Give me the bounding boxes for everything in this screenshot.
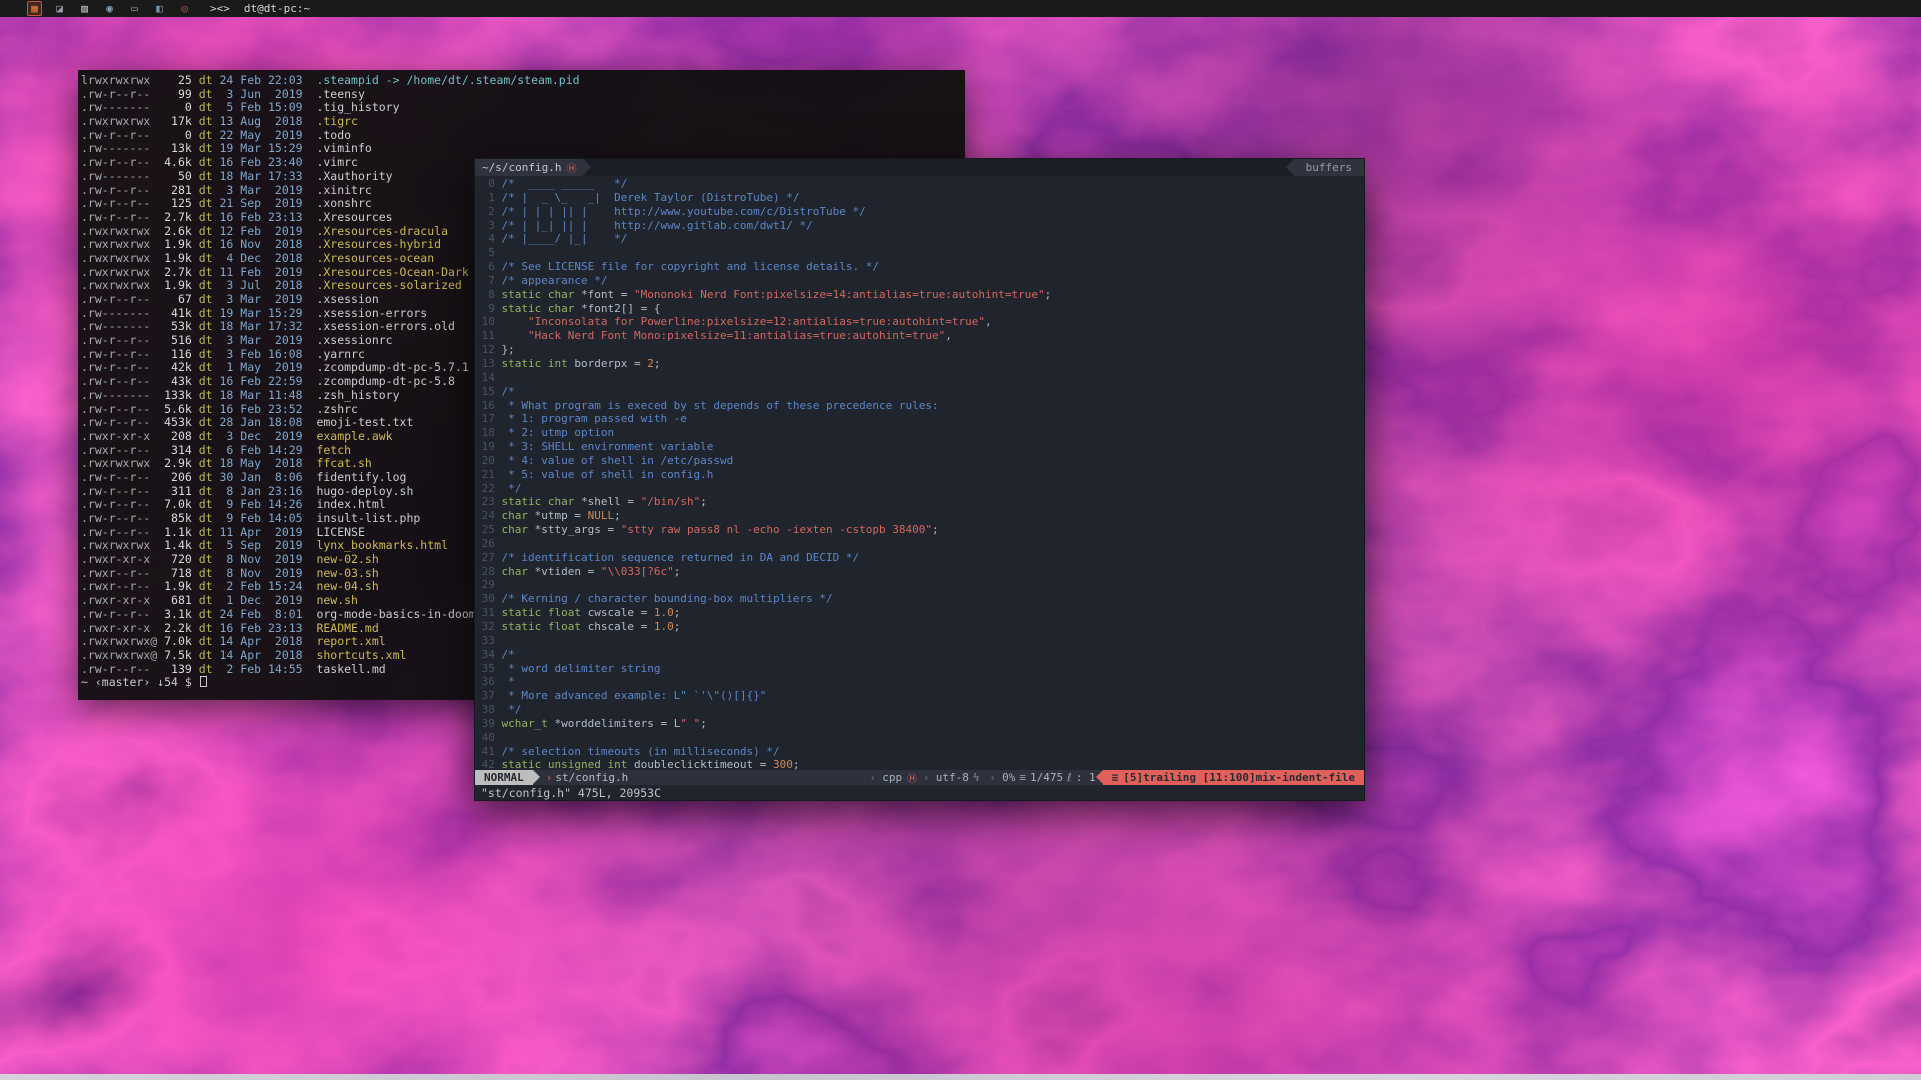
chevron-left-icon: ‹ — [984, 770, 1003, 785]
code-line: 41 /* selection timeouts (in millisecond… — [475, 745, 1364, 759]
code-line: 7 /* appearance */ — [475, 274, 1364, 288]
chevron-left-icon: ‹ — [864, 770, 883, 785]
code-line: 15 /* — [475, 385, 1364, 399]
code-line: 37 * More advanced example: L" `'\"()[]{… — [475, 689, 1364, 703]
code-line: 23 static char *shell = "/bin/sh"; — [475, 495, 1364, 509]
code-line: 13 static int borderpx = 2; — [475, 357, 1364, 371]
lines-icon: ≡ — [1015, 770, 1030, 785]
file-row: .rw-r--r-- 99 dt 3 Jun 2019 .teensy — [81, 88, 965, 102]
code-line: 1 /* | _ \_ _| Derek Taylor (DistroTube)… — [475, 191, 1364, 205]
tabline-spacer — [591, 159, 1285, 176]
editor-tabline: ~/s/config.h Ⓗ buffers — [475, 159, 1364, 176]
code-line: 34 /* — [475, 648, 1364, 662]
display-icon[interactable]: ▭ — [127, 1, 142, 16]
desktop: ▦ ◪ ▨ ◉ ▭ ◧ ◎ ><> dt@dt-pc:~ lrwxrwxrwx 25 dt … — [0, 0, 1921, 1080]
encoding-indicator: utf-8 — [936, 770, 969, 785]
code-line: 12 }; — [475, 343, 1364, 357]
tab-path: ~/s/config.h — [482, 161, 561, 174]
code-line: 19 * 3: SHELL environment variable — [475, 440, 1364, 454]
file-row: .rwxrwxrwx 17k dt 13 Aug 2018 .tigrc — [81, 115, 965, 129]
code-line: 21 * 5: value of shell in config.h — [475, 468, 1364, 482]
chevron-left-icon: ‹ — [917, 770, 936, 785]
command-line: "st/config.h" 475L, 20953C — [475, 785, 1364, 800]
terminal-cursor — [200, 676, 207, 687]
file-row: .rw------- 0 dt 5 Feb 15:09 .tig_history — [81, 101, 965, 115]
camera-icon[interactable]: ◉ — [102, 1, 117, 16]
line-icon: ℓ — [1063, 770, 1076, 785]
statusline-spacer — [636, 770, 863, 785]
cursor-position: 1/475 — [1030, 770, 1063, 785]
code-line: 17 * 1: program passed with -e — [475, 412, 1364, 426]
code-line: 18 * 2: utmp option — [475, 426, 1364, 440]
code-line: 16 * What program is execed by st depend… — [475, 399, 1364, 413]
os-icon: ϟ — [969, 770, 984, 785]
code-line: 38 */ — [475, 703, 1364, 717]
code-line: 2 /* | | | || | http://www.youtube.com/c… — [475, 205, 1364, 219]
code-line: 25 char *stty_args = "stty raw pass8 nl … — [475, 523, 1364, 537]
editor-window[interactable]: ~/s/config.h Ⓗ buffers 0 /* ____ _____ *… — [474, 158, 1365, 801]
chevron-right-icon: › — [540, 770, 556, 785]
modified-icon: Ⓗ — [566, 160, 576, 175]
code-line: 6 /* See LICENSE file for copyright and … — [475, 260, 1364, 274]
edit-icon[interactable]: ◪ — [52, 1, 67, 16]
code-line: 28 char *vtiden = "\\033[?6c"; — [475, 565, 1364, 579]
buffers-tab[interactable]: buffers — [1294, 159, 1364, 176]
code-line: 24 char *utmp = NULL; — [475, 509, 1364, 523]
code-line: 36 * — [475, 675, 1364, 689]
cursor-column: : 1 — [1076, 770, 1096, 785]
warning-separator-icon — [1096, 770, 1103, 784]
warning-text: [5]trailing [11:100]mix-indent-file — [1123, 771, 1355, 784]
code-line: 39 wchar_t *worddelimiters = L" "; — [475, 717, 1364, 731]
filetype-icon: Ⓗ — [902, 770, 917, 785]
code-line: 27 /* identification sequence returned i… — [475, 551, 1364, 565]
scroll-percent: 0% — [1002, 770, 1015, 785]
code-line: 31 static float cwscale = 1.0; — [475, 606, 1364, 620]
mode-separator-icon — [533, 770, 540, 784]
file-row: .rw-r--r-- 0 dt 22 May 2019 .todo — [81, 129, 965, 143]
code-line: 8 static char *font = "Mononoki Nerd Fon… — [475, 288, 1364, 302]
file-manager-icon[interactable]: ◧ — [152, 1, 167, 16]
statusline: NORMAL › st/config.h ‹ cpp Ⓗ ‹ utf-8 ϟ ‹… — [475, 770, 1364, 785]
code-line: 10 "Inconsolata for Powerline:pixelsize=… — [475, 315, 1364, 329]
code-line: 14 — [475, 371, 1364, 385]
tab-separator-icon — [583, 159, 591, 175]
code-line: 3 /* | |_| || | http://www.gitlab.com/dw… — [475, 219, 1364, 233]
file-row: lrwxrwxrwx 25 dt 24 Feb 22:03 .steampid … — [81, 74, 965, 88]
code-line: 40 — [475, 731, 1364, 745]
code-line: 26 — [475, 537, 1364, 551]
code-line: 20 * 4: value of shell in /etc/passwd — [475, 454, 1364, 468]
bottom-panel — [0, 1074, 1921, 1080]
lint-warnings: ≡ [5]trailing [11:100]mix-indent-file — [1103, 770, 1364, 785]
app-grid-icon[interactable]: ▦ — [27, 1, 42, 16]
record-icon[interactable]: ◎ — [177, 1, 192, 16]
code-line: 11 "Hack Nerd Font Mono:pixelsize=11:ant… — [475, 329, 1364, 343]
filetype-indicator: cpp — [882, 770, 902, 785]
file-row: .rw------- 13k dt 19 Mar 15:29 .viminfo — [81, 142, 965, 156]
code-line: 30 /* Kerning / character bounding-box m… — [475, 592, 1364, 606]
code-line: 29 — [475, 578, 1364, 592]
tab-config-h[interactable]: ~/s/config.h Ⓗ — [475, 159, 583, 176]
statusline-filename: st/config.h — [555, 770, 636, 785]
layout-indicator: ><> — [210, 2, 230, 15]
vim-mode-indicator: NORMAL — [475, 770, 533, 785]
code-line: 22 */ — [475, 482, 1364, 496]
code-line: 5 — [475, 246, 1364, 260]
code-line: 4 /* |____/ |_| */ — [475, 232, 1364, 246]
code-line: 0 /* ____ _____ */ — [475, 177, 1364, 191]
code-line: 9 static char *font2[] = { — [475, 302, 1364, 316]
code-line: 32 static float chscale = 1.0; — [475, 620, 1364, 634]
code-line: 33 — [475, 634, 1364, 648]
code-line: 35 * word delimiter string — [475, 662, 1364, 676]
editor-code[interactable]: 0 /* ____ _____ */ 1 /* | _ \_ _| Derek … — [475, 176, 1364, 770]
code-line: 42 static unsigned int doubleclicktimeou… — [475, 758, 1364, 770]
warning-icon: ≡ — [1112, 771, 1119, 784]
taskbar-icons: ▦ ◪ ▨ ◉ ▭ ◧ ◎ — [0, 1, 192, 16]
buffers-separator-icon — [1286, 159, 1294, 175]
image-viewer-icon[interactable]: ▨ — [77, 1, 92, 16]
focused-window-title: dt@dt-pc:~ — [244, 2, 310, 15]
top-panel: ▦ ◪ ▨ ◉ ▭ ◧ ◎ ><> dt@dt-pc:~ — [0, 0, 1921, 17]
